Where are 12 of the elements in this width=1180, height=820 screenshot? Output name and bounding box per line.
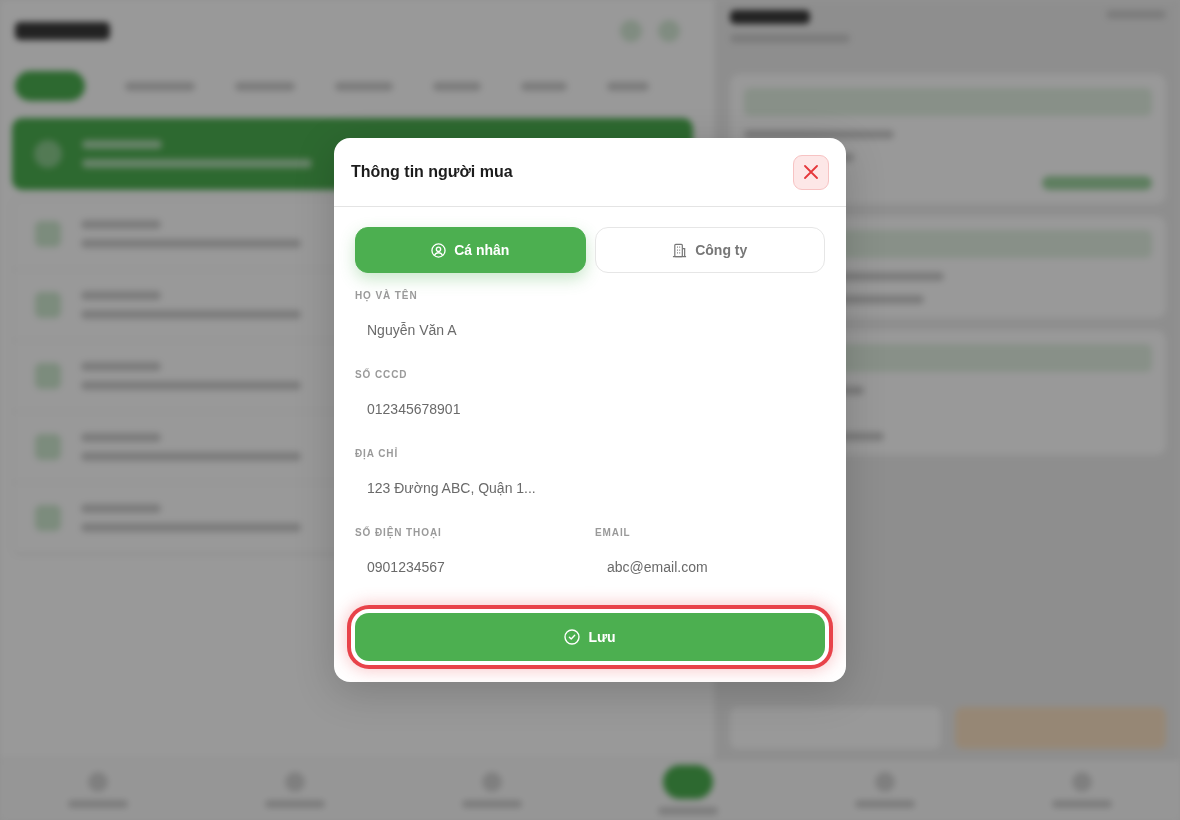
field-label: EMAIL: [595, 526, 631, 540]
field-label: SỐ CCCD: [355, 368, 408, 382]
check-circle-icon: [564, 629, 581, 645]
close-icon: [804, 165, 818, 179]
user-circle-icon: [431, 242, 447, 258]
close-button[interactable]: [793, 154, 829, 190]
buyer-type-tab[interactable]: Công ty: [594, 227, 825, 273]
field-label: SỐ ĐIỆN THOẠI: [355, 526, 442, 540]
dialog-title: Thông tin người mua: [351, 163, 513, 181]
field-label: ĐỊA CHỈ: [355, 447, 399, 461]
field-label: HỌ VÀ TÊN: [355, 289, 418, 303]
building-icon: [672, 242, 688, 258]
